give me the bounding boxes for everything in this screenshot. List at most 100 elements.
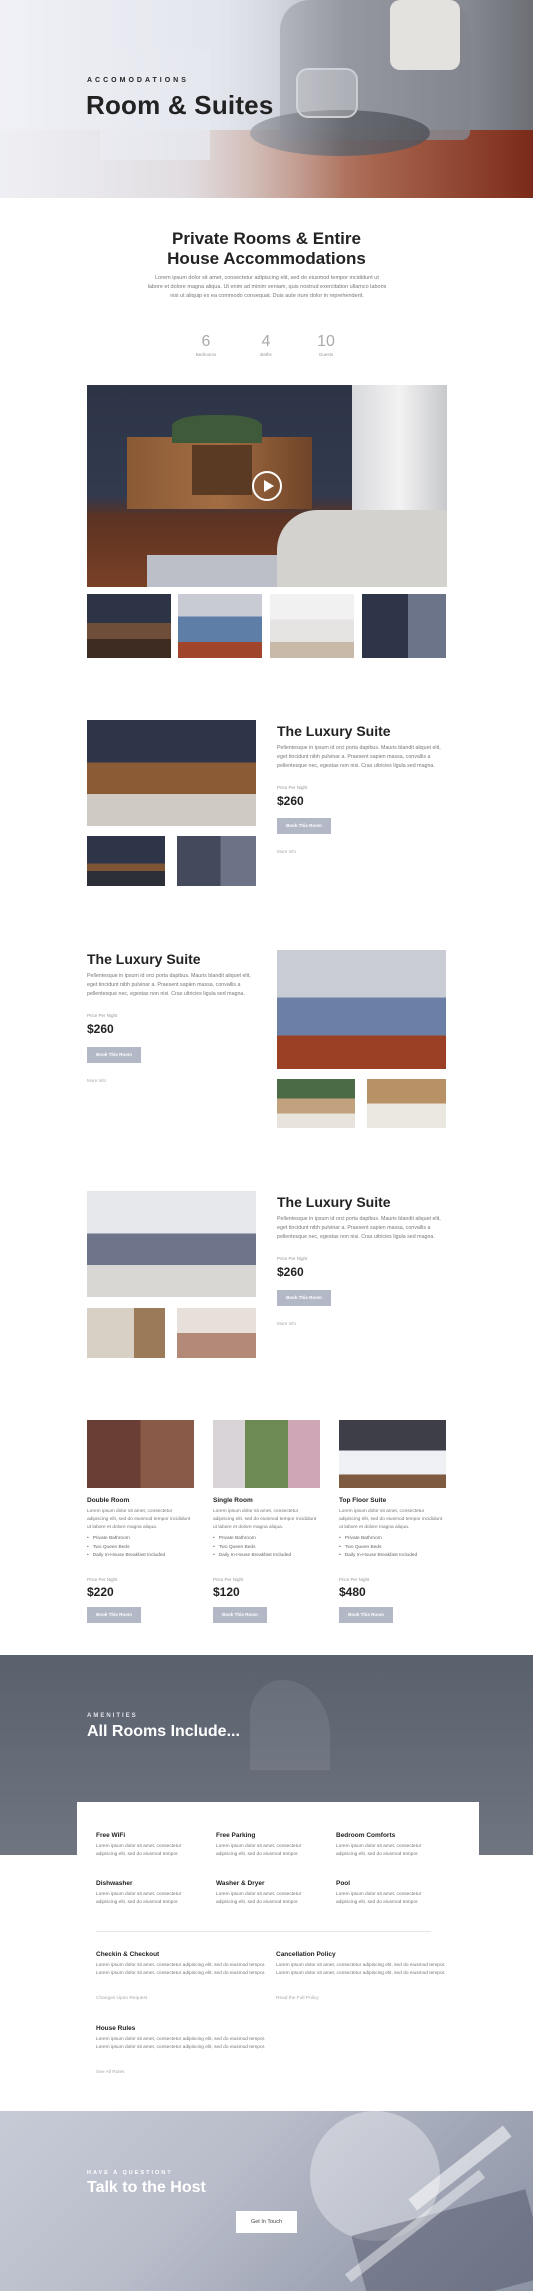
card2-text: Lorem ipsum dolor sit amet, consectetur … bbox=[213, 1509, 317, 1530]
card2-price-label: Price Per Night bbox=[213, 1577, 244, 1582]
gallery-thumb-2[interactable] bbox=[178, 594, 262, 658]
amenity-title: Free WiFi bbox=[96, 1832, 126, 1839]
amenity-title: Dishwasher bbox=[96, 1880, 133, 1887]
room3-thumb-1 bbox=[87, 1308, 165, 1358]
feature-item: Two Queen Beds bbox=[339, 1544, 417, 1553]
stat-bedrooms: 6 Bedrooms bbox=[176, 333, 236, 357]
room2-thumb-2 bbox=[367, 1079, 446, 1128]
gallery-thumb-4[interactable] bbox=[362, 594, 446, 658]
rug-image bbox=[147, 555, 297, 587]
host-section bbox=[0, 2111, 533, 2291]
room1-price-label: Price Per Night bbox=[277, 785, 308, 790]
feature-item: Daily In-House Breakfast Included bbox=[339, 1552, 418, 1561]
amenity-title: Pool bbox=[336, 1880, 351, 1887]
room1-text: Pellentesque in ipsum id orci porta dapi… bbox=[277, 745, 441, 769]
card2-title: Single Room bbox=[213, 1497, 253, 1504]
room3-thumb-2 bbox=[177, 1308, 256, 1358]
room2-main-image bbox=[277, 950, 446, 1069]
card1-text: Lorem ipsum dolor sit amet, consectetur … bbox=[87, 1509, 191, 1530]
room3-book-button[interactable]: Book This Room bbox=[277, 1290, 331, 1306]
card3-book-button[interactable]: Book This Room bbox=[339, 1607, 393, 1623]
policy-text: Lorem ipsum dolor sit amet, consectetur … bbox=[276, 1963, 446, 1976]
get-in-touch-button[interactable]: Get In Touch bbox=[236, 2211, 297, 2233]
double-room-image bbox=[87, 1420, 194, 1488]
feature-item: Private Bathroom bbox=[87, 1535, 165, 1544]
amenity-text: Lorem ipsum dolor sit amet, consectetur … bbox=[96, 1892, 182, 1905]
room1-title: The Luxury Suite bbox=[277, 723, 391, 739]
play-icon[interactable] bbox=[252, 471, 282, 501]
room1-more-link[interactable]: More Info bbox=[277, 849, 296, 854]
stat-value: 4 bbox=[261, 333, 271, 350]
hero-title: Room & Suites bbox=[86, 90, 274, 120]
room2-text: Pellentesque in ipsum id orci porta dapi… bbox=[87, 973, 251, 997]
intro-text: Lorem ipsum dolor sit amet, consectetur … bbox=[147, 275, 387, 299]
card1-price-label: Price Per Night bbox=[87, 1577, 118, 1582]
stat-value: 10 bbox=[317, 333, 335, 350]
policy-text: Lorem ipsum dolor sit amet, consectetur … bbox=[96, 1963, 266, 1976]
room2-price: $260 bbox=[87, 1022, 114, 1036]
amenity-text: Lorem ipsum dolor sit amet, consectetur … bbox=[336, 1892, 422, 1905]
policy-link[interactable]: Changes Upon Request bbox=[96, 1996, 147, 2001]
amenities-eyebrow: AMENITIES bbox=[87, 1713, 138, 1719]
feature-item: Private Bathroom bbox=[339, 1535, 417, 1544]
room3-price-label: Price Per Night bbox=[277, 1256, 308, 1261]
room1-price: $260 bbox=[277, 794, 304, 808]
stat-label: Guests bbox=[318, 352, 334, 357]
room2-price-label: Price Per Night bbox=[87, 1013, 118, 1018]
feature-item: Private Bathroom bbox=[213, 1535, 291, 1544]
hero-eyebrow: ACCOMODATIONS bbox=[87, 77, 189, 84]
policy-title: Cancellation Policy bbox=[276, 1951, 336, 1958]
feature-item: Daily In-House Breakfast Included bbox=[213, 1552, 292, 1561]
intro-title-line2: House Accommodations bbox=[167, 249, 366, 268]
single-room-image bbox=[213, 1420, 320, 1488]
policy-title: Checkin & Checkout bbox=[96, 1951, 160, 1958]
bed-image bbox=[277, 510, 447, 587]
card3-features: Private Bathroom Two Queen Beds Daily In… bbox=[339, 1535, 418, 1561]
room1-main-image bbox=[87, 720, 256, 826]
card3-text: Lorem ipsum dolor sit amet, consectetur … bbox=[339, 1509, 443, 1530]
policy-link[interactable]: See All Rules bbox=[96, 2070, 125, 2075]
card1-book-button[interactable]: Book This Room bbox=[87, 1607, 141, 1623]
top-floor-suite-image bbox=[339, 1420, 446, 1488]
amenity-text: Lorem ipsum dolor sit amet, consectetur … bbox=[336, 1844, 422, 1857]
room2-more-link[interactable]: More Info bbox=[87, 1078, 106, 1083]
room2-title: The Luxury Suite bbox=[87, 951, 201, 967]
amenity-text: Lorem ipsum dolor sit amet, consectetur … bbox=[96, 1844, 182, 1857]
amenity-text: Lorem ipsum dolor sit amet, consectetur … bbox=[216, 1844, 302, 1857]
room3-more-link[interactable]: More Info bbox=[277, 1321, 296, 1326]
video-thumbnail[interactable] bbox=[87, 385, 447, 587]
card1-features: Private Bathroom Two Queen Beds Daily In… bbox=[87, 1535, 166, 1561]
room3-price: $260 bbox=[277, 1265, 304, 1279]
stat-value: 6 bbox=[201, 333, 211, 350]
stat-guests: 10 Guests bbox=[296, 333, 356, 357]
gallery-thumb-1[interactable] bbox=[87, 594, 171, 658]
room2-thumb-1 bbox=[277, 1079, 355, 1128]
room3-main-image bbox=[87, 1191, 256, 1297]
stat-label: Bedrooms bbox=[195, 352, 217, 357]
amenity-text: Lorem ipsum dolor sit amet, consectetur … bbox=[216, 1892, 302, 1905]
card2-book-button[interactable]: Book This Room bbox=[213, 1607, 267, 1623]
amenities-title: All Rooms Include... bbox=[87, 1723, 240, 1740]
intro-title-line1: Private Rooms & Entire bbox=[172, 229, 361, 248]
card1-title: Double Room bbox=[87, 1497, 130, 1504]
policy-title: House Rules bbox=[96, 2025, 136, 2032]
policy-link[interactable]: Read the Full Policy bbox=[276, 1996, 319, 2001]
amenity-title: Free Parking bbox=[216, 1832, 256, 1839]
feature-item: Daily In-House Breakfast Included bbox=[87, 1552, 166, 1561]
host-eyebrow: HAVE A QUESTION? bbox=[87, 2170, 173, 2176]
room3-title: The Luxury Suite bbox=[277, 1194, 391, 1210]
gallery-thumb-3[interactable] bbox=[270, 594, 354, 658]
feature-item: Two Queen Beds bbox=[87, 1544, 165, 1553]
plant-image bbox=[172, 415, 262, 443]
curtain-image bbox=[352, 385, 447, 525]
intro-title: Private Rooms & Entire House Accommodati… bbox=[0, 229, 533, 269]
room1-thumb-2 bbox=[177, 836, 256, 886]
stat-label: Baths bbox=[260, 352, 272, 357]
card3-price-label: Price Per Night bbox=[339, 1577, 370, 1582]
feature-item: Two Queen Beds bbox=[213, 1544, 291, 1553]
policy-text: Lorem ipsum dolor sit amet, consectetur … bbox=[96, 2037, 266, 2050]
room1-book-button[interactable]: Book This Room bbox=[277, 818, 331, 834]
room2-book-button[interactable]: Book This Room bbox=[87, 1047, 141, 1063]
stat-baths: 4 Baths bbox=[236, 333, 296, 357]
room3-text: Pellentesque in ipsum id orci porta dapi… bbox=[277, 1216, 441, 1240]
